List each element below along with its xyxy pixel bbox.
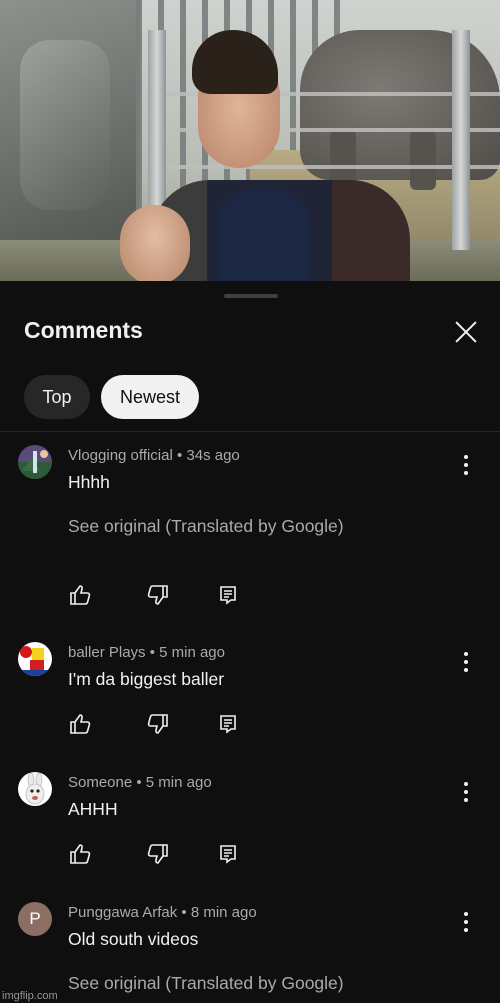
see-original-link[interactable]: See original (Translated by Google) — [68, 516, 344, 537]
reply-icon[interactable] — [216, 712, 240, 736]
comment-actions — [68, 842, 248, 866]
person-shirt — [218, 190, 308, 281]
drag-handle[interactable] — [224, 294, 278, 298]
fence-post — [452, 30, 470, 250]
divider — [0, 431, 500, 432]
comment-actions — [68, 712, 248, 736]
more-vert-icon[interactable] — [456, 650, 476, 674]
person-hand — [120, 205, 190, 281]
filter-newest-chip[interactable]: Newest — [101, 375, 199, 419]
comment-meta: baller Plays • 5 min ago — [68, 644, 225, 661]
see-original-link[interactable]: See original (Translated by Google) — [68, 973, 344, 994]
more-vert-icon[interactable] — [456, 910, 476, 934]
landscape-avatar[interactable] — [18, 445, 52, 479]
rock-detail — [20, 40, 110, 210]
filter-top-chip[interactable]: Top — [24, 375, 90, 419]
imgflip-watermark: imgflip.com — [2, 990, 58, 1002]
reply-icon[interactable] — [216, 842, 240, 866]
comments-panel: Comments Top Newest Vlogging official • … — [0, 281, 500, 1003]
more-vert-icon[interactable] — [456, 780, 476, 804]
comment-meta: Punggawa Arfak • 8 min ago — [68, 904, 257, 921]
panel-title: Comments — [24, 317, 143, 343]
reply-icon[interactable] — [216, 583, 240, 607]
more-vert-icon[interactable] — [456, 453, 476, 477]
like-icon[interactable] — [68, 842, 92, 866]
person — [120, 30, 410, 281]
like-icon[interactable] — [68, 712, 92, 736]
comment-text: Old south videos — [68, 929, 199, 949]
close-icon[interactable] — [450, 316, 482, 348]
person-hair — [192, 30, 278, 94]
comment-text: AHHH — [68, 799, 118, 819]
dislike-icon[interactable] — [146, 842, 170, 866]
rabbid-avatar[interactable] — [18, 772, 52, 806]
elephant-leg — [410, 130, 436, 190]
video-player[interactable] — [0, 0, 500, 281]
avatar-letter: P — [29, 909, 41, 928]
dislike-icon[interactable] — [146, 712, 170, 736]
comment-meta: Vlogging official • 34s ago — [68, 447, 240, 464]
comment-actions — [68, 583, 248, 607]
comment-meta: Someone • 5 min ago — [68, 774, 212, 791]
like-icon[interactable] — [68, 583, 92, 607]
letter-avatar[interactable]: P — [18, 902, 52, 936]
roblox-avatar[interactable] — [18, 642, 52, 676]
comment-text: Hhhh — [68, 472, 110, 492]
dislike-icon[interactable] — [146, 583, 170, 607]
comment-text: I'm da biggest baller — [68, 669, 225, 689]
